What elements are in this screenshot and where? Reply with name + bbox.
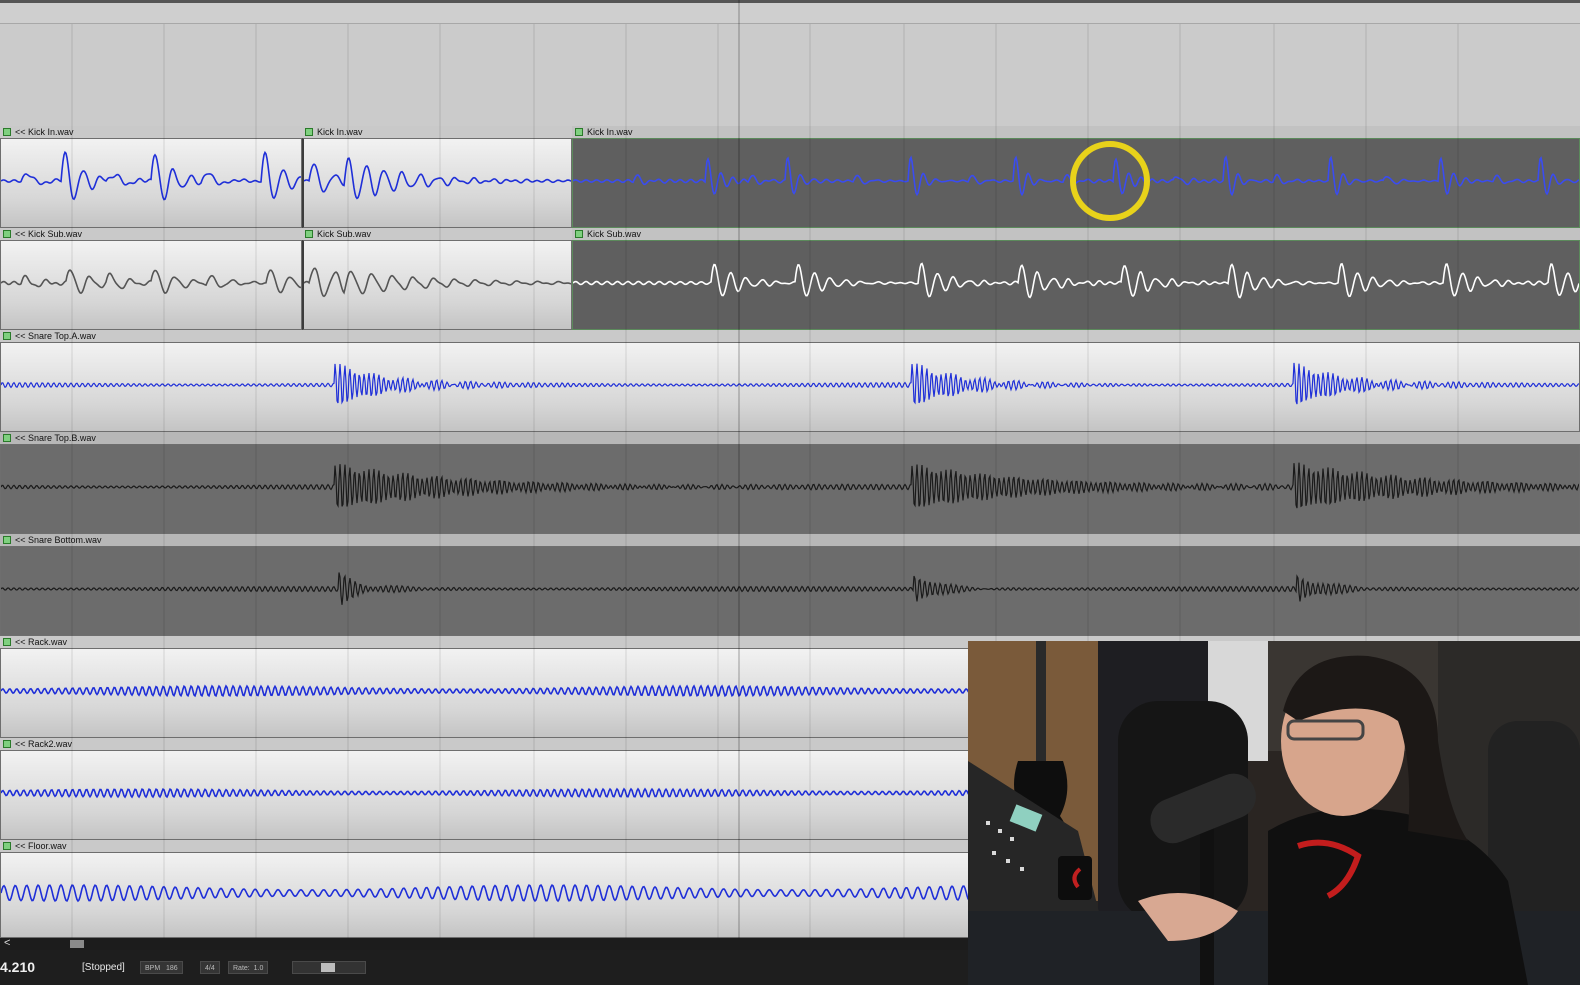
green-clip-icon: [3, 128, 11, 136]
green-clip-icon: [3, 638, 11, 646]
waveform-path: [1, 150, 301, 201]
clip-waveform[interactable]: [0, 444, 1580, 534]
track-kick-in: << Kick In.wav Kick In.wav Kick In.wav: [0, 126, 1580, 228]
clip-header[interactable]: << Snare Top.A.wav: [0, 330, 1580, 342]
waveform-path: [573, 262, 1579, 299]
clip-label: << Rack2.wav: [15, 739, 73, 749]
green-clip-icon: [575, 128, 583, 136]
meter-display[interactable]: 4/4: [200, 961, 220, 974]
clip-kick-sub-1[interactable]: << Kick Sub.wav: [0, 228, 302, 330]
clip-header[interactable]: << Snare Bottom.wav: [0, 534, 1580, 546]
webcam-video: [968, 641, 1580, 985]
track-snare-bottom: << Snare Bottom.wav: [0, 534, 1580, 636]
bpm-display[interactable]: BPM 186: [140, 961, 183, 974]
bpm-label: BPM: [145, 965, 161, 972]
clip-waveform[interactable]: [0, 138, 302, 228]
green-clip-icon: [305, 230, 313, 238]
waveform: [1, 572, 1579, 605]
green-clip-icon: [3, 740, 11, 748]
clip-header[interactable]: << Kick In.wav: [0, 126, 302, 138]
empty-track-lane[interactable]: [0, 24, 1580, 126]
waveform-path: [1, 572, 1579, 605]
clip-snare-top-b[interactable]: << Snare Top.B.wav: [0, 432, 1580, 534]
clip-label: << Kick In.wav: [15, 127, 74, 137]
green-clip-icon: [3, 536, 11, 544]
waveform-path: [1, 269, 301, 295]
clip-label: << Snare Bottom.wav: [15, 535, 102, 545]
clip-header[interactable]: << Kick Sub.wav: [0, 228, 302, 240]
clip-waveform[interactable]: [572, 240, 1580, 330]
rate-value: 1.0: [253, 965, 264, 972]
rate-slider[interactable]: [292, 961, 366, 974]
webcam-overlay: [968, 641, 1580, 985]
waveform: [573, 262, 1579, 299]
clip-header[interactable]: Kick In.wav: [302, 126, 572, 138]
waveform: [304, 267, 571, 298]
track-snare-top-b: << Snare Top.B.wav: [0, 432, 1580, 534]
clip-label: << Snare Top.B.wav: [15, 433, 96, 443]
clip-waveform[interactable]: [0, 342, 1580, 432]
waveform: [1, 362, 1579, 405]
clip-label: << Rack.wav: [15, 637, 68, 647]
clip-label: Kick Sub.wav: [587, 229, 642, 239]
track-snare-top-a: << Snare Top.A.wav: [0, 330, 1580, 432]
clip-waveform[interactable]: [0, 546, 1580, 636]
time-readout: 4.210: [0, 959, 36, 975]
chevron-left-icon[interactable]: <: [4, 937, 10, 949]
green-clip-icon: [3, 842, 11, 850]
waveform: [1, 150, 301, 201]
transport-state: [Stopped]: [82, 962, 125, 973]
clip-snare-bottom[interactable]: << Snare Bottom.wav: [0, 534, 1580, 636]
rate-display[interactable]: Rate: 1.0: [228, 961, 269, 974]
clip-waveform[interactable]: [302, 240, 572, 330]
waveform-path: [304, 157, 571, 200]
clip-waveform[interactable]: [0, 240, 302, 330]
rate-label: Rate:: [233, 965, 250, 972]
green-clip-icon: [305, 128, 313, 136]
waveform-path: [304, 267, 571, 298]
clip-label: << Floor.wav: [15, 841, 67, 851]
highlight-circle: [1070, 141, 1150, 221]
clip-waveform[interactable]: [302, 138, 572, 228]
waveform-path: [1, 362, 1579, 405]
clip-kick-in-1[interactable]: << Kick In.wav: [0, 126, 302, 228]
waveform: [304, 157, 571, 200]
green-clip-icon: [3, 230, 11, 238]
timeline-ruler[interactable]: [0, 0, 1580, 24]
green-clip-icon: [3, 332, 11, 340]
clip-label: << Kick Sub.wav: [15, 229, 83, 239]
scroll-thumb[interactable]: [70, 940, 84, 948]
clip-kick-sub-3-selected[interactable]: Kick Sub.wav: [572, 228, 1580, 330]
green-clip-icon: [575, 230, 583, 238]
clip-label: Kick In.wav: [317, 127, 363, 137]
waveform-path: [1, 462, 1579, 509]
clip-label: Kick Sub.wav: [317, 229, 372, 239]
bpm-value: 186: [166, 965, 178, 972]
clip-kick-in-2[interactable]: Kick In.wav: [302, 126, 572, 228]
green-clip-icon: [3, 434, 11, 442]
clip-label: << Snare Top.A.wav: [15, 331, 96, 341]
clip-label: Kick In.wav: [587, 127, 633, 137]
clip-header[interactable]: << Snare Top.B.wav: [0, 432, 1580, 444]
waveform: [1, 269, 301, 295]
horizontal-scrollbar[interactable]: <: [0, 937, 968, 950]
clip-kick-sub-2[interactable]: Kick Sub.wav: [302, 228, 572, 330]
clip-header[interactable]: Kick Sub.wav: [302, 228, 572, 240]
track-kick-sub: << Kick Sub.wav Kick Sub.wav Kick Sub.wa…: [0, 228, 1580, 330]
slider-knob[interactable]: [321, 963, 335, 972]
waveform: [1, 462, 1579, 509]
clip-snare-top-a[interactable]: << Snare Top.A.wav: [0, 330, 1580, 432]
